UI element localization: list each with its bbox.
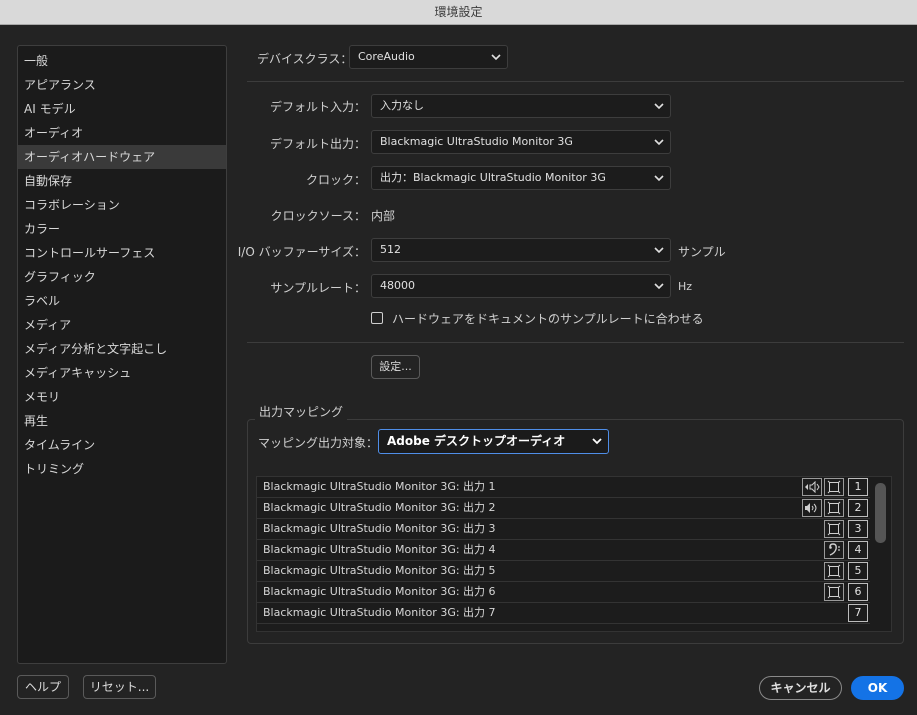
divider xyxy=(247,342,904,343)
output-channel-label: Blackmagic UltraStudio Monitor 3G: 出力 5 xyxy=(263,564,496,577)
speaker-box-icon[interactable] xyxy=(824,520,844,538)
sidebar-item[interactable]: オーディオハードウェア xyxy=(18,145,226,169)
sidebar-item[interactable]: オーディオ xyxy=(18,121,226,145)
sidebar-item[interactable]: ラベル xyxy=(18,289,226,313)
sample-rate-value: 48000 xyxy=(380,279,415,292)
sample-rate-unit: Hz xyxy=(678,280,693,293)
default-input-value: 入力なし xyxy=(380,99,424,112)
output-mapping-row[interactable]: Blackmagic UltraStudio Monitor 3G: 出力 3 3 xyxy=(257,519,870,540)
sidebar-item[interactable]: トリミング xyxy=(18,457,226,481)
ok-button[interactable]: OK xyxy=(851,676,904,700)
reset-button[interactable]: リセット... xyxy=(83,675,156,699)
output-mapping-list[interactable]: Blackmagic UltraStudio Monitor 3G: 出力 1 1… xyxy=(256,476,892,632)
output-mapping-row[interactable]: Blackmagic UltraStudio Monitor 3G: 出力 4 4 xyxy=(257,540,870,561)
match-samplerate-label[interactable]: ハードウェアをドキュメントのサンプルレートに合わせる xyxy=(392,310,704,327)
sidebar-item[interactable]: メディア xyxy=(18,313,226,337)
channel-number-box[interactable]: 4 xyxy=(848,541,868,559)
device-class-dropdown[interactable]: CoreAudio xyxy=(349,45,508,69)
channel-number-box[interactable]: 5 xyxy=(848,562,868,580)
clock-value: 出力：Blackmagic UltraStudio Monitor 3G xyxy=(380,171,606,184)
output-mapping-row[interactable]: Blackmagic UltraStudio Monitor 3G: 出力 5 5 xyxy=(257,561,870,582)
buffer-size-dropdown[interactable]: 512 xyxy=(371,238,671,262)
clock-dropdown[interactable]: 出力：Blackmagic UltraStudio Monitor 3G xyxy=(371,166,671,190)
settings-button[interactable]: 設定... xyxy=(371,355,420,379)
sidebar-item[interactable]: メディア分析と文字起こし xyxy=(18,337,226,361)
sidebar-item[interactable]: カラー xyxy=(18,217,226,241)
output-channel-label: Blackmagic UltraStudio Monitor 3G: 出力 6 xyxy=(263,585,496,598)
device-class-label: デバイスクラス： xyxy=(257,52,353,66)
chevron-down-icon xyxy=(654,175,664,182)
mapping-target-value: Adobe デスクトップオーディオ xyxy=(387,434,566,448)
output-mapping-row[interactable]: Blackmagic UltraStudio Monitor 3G: 出力 6 6 xyxy=(257,582,870,603)
channel-number-box[interactable]: 6 xyxy=(848,583,868,601)
chevron-down-icon xyxy=(654,103,664,110)
mapping-list-scrollbar[interactable] xyxy=(875,483,886,543)
preferences-sidebar: 一般 アピアランス AI モデル オーディオ オーディオハードウェア 自動保存 コラボレーシ… xyxy=(17,45,227,664)
output-channel-label: Blackmagic UltraStudio Monitor 3G: 出力 7 xyxy=(263,606,496,619)
output-mapping-row[interactable]: Blackmagic UltraStudio Monitor 3G: 出力 1 1 xyxy=(257,477,870,498)
sidebar-item[interactable]: タイムライン xyxy=(18,433,226,457)
output-channel-label: Blackmagic UltraStudio Monitor 3G: 出力 2 xyxy=(263,501,496,514)
output-channel-label: Blackmagic UltraStudio Monitor 3G: 出力 3 xyxy=(263,522,496,535)
speaker-right-icon[interactable] xyxy=(802,499,822,517)
chevron-down-icon xyxy=(592,438,602,445)
buffer-size-unit: サンプル xyxy=(678,245,726,259)
default-output-dropdown[interactable]: Blackmagic UltraStudio Monitor 3G xyxy=(371,130,671,154)
sidebar-item[interactable]: 自動保存 xyxy=(18,169,226,193)
chevron-down-icon xyxy=(654,283,664,290)
window-title: 環境設定 xyxy=(0,0,917,25)
buffer-size-value: 512 xyxy=(380,243,401,256)
help-button[interactable]: ヘルプ xyxy=(17,675,69,699)
sidebar-item[interactable]: コントロールサーフェス xyxy=(18,241,226,265)
default-output-label: デフォルト出力： xyxy=(269,137,366,151)
channel-number-box[interactable]: 3 xyxy=(848,520,868,538)
buffer-size-label: I/O バッファーサイズ： xyxy=(237,245,366,259)
mapping-target-label: マッピング出力対象： xyxy=(258,436,379,450)
default-input-label: デフォルト入力： xyxy=(269,100,366,114)
default-output-value: Blackmagic UltraStudio Monitor 3G xyxy=(380,135,573,148)
sidebar-item[interactable]: アピアランス xyxy=(18,73,226,97)
output-mapping-title: 出力マッピング xyxy=(255,403,348,420)
mapping-target-dropdown[interactable]: Adobe デスクトップオーディオ xyxy=(378,429,609,454)
sidebar-item[interactable]: グラフィック xyxy=(18,265,226,289)
default-input-dropdown[interactable]: 入力なし xyxy=(371,94,671,118)
output-channel-label: Blackmagic UltraStudio Monitor 3G: 出力 1 xyxy=(263,480,496,493)
sample-rate-label: サンプルレート： xyxy=(270,281,366,295)
divider xyxy=(247,81,904,82)
sample-rate-dropdown[interactable]: 48000 xyxy=(371,274,671,298)
device-class-value: CoreAudio xyxy=(358,50,415,63)
chevron-down-icon xyxy=(654,139,664,146)
speaker-box-icon[interactable] xyxy=(824,478,844,496)
output-mapping-row[interactable]: Blackmagic UltraStudio Monitor 3G: 出力 7 7 xyxy=(257,603,870,624)
sidebar-item[interactable]: AI モデル xyxy=(18,97,226,121)
output-mapping-row[interactable]: Blackmagic UltraStudio Monitor 3G: 出力 2 2 xyxy=(257,498,870,519)
channel-number-box[interactable]: 1 xyxy=(848,478,868,496)
speaker-box-icon[interactable] xyxy=(824,499,844,517)
cancel-button[interactable]: キャンセル xyxy=(759,676,842,700)
chevron-down-icon xyxy=(654,247,664,254)
sidebar-item[interactable]: メディアキャッシュ xyxy=(18,361,226,385)
bass-clef-icon[interactable] xyxy=(824,541,844,559)
clock-label: クロック： xyxy=(305,173,366,187)
speaker-box-icon[interactable] xyxy=(824,562,844,580)
sidebar-item[interactable]: メモリ xyxy=(18,385,226,409)
channel-number-box[interactable]: 7 xyxy=(848,604,868,622)
match-samplerate-checkbox[interactable] xyxy=(371,312,383,324)
speaker-left-icon[interactable] xyxy=(802,478,822,496)
speaker-box-icon[interactable] xyxy=(824,583,844,601)
channel-number-box[interactable]: 2 xyxy=(848,499,868,517)
sidebar-item[interactable]: コラボレーション xyxy=(18,193,226,217)
sidebar-item[interactable]: 一般 xyxy=(18,49,226,73)
chevron-down-icon xyxy=(491,54,501,61)
sidebar-item[interactable]: 再生 xyxy=(18,409,226,433)
output-channel-label: Blackmagic UltraStudio Monitor 3G: 出力 4 xyxy=(263,543,496,556)
clock-source-value: 内部 xyxy=(371,209,396,223)
clock-source-label: クロックソース： xyxy=(270,209,366,223)
